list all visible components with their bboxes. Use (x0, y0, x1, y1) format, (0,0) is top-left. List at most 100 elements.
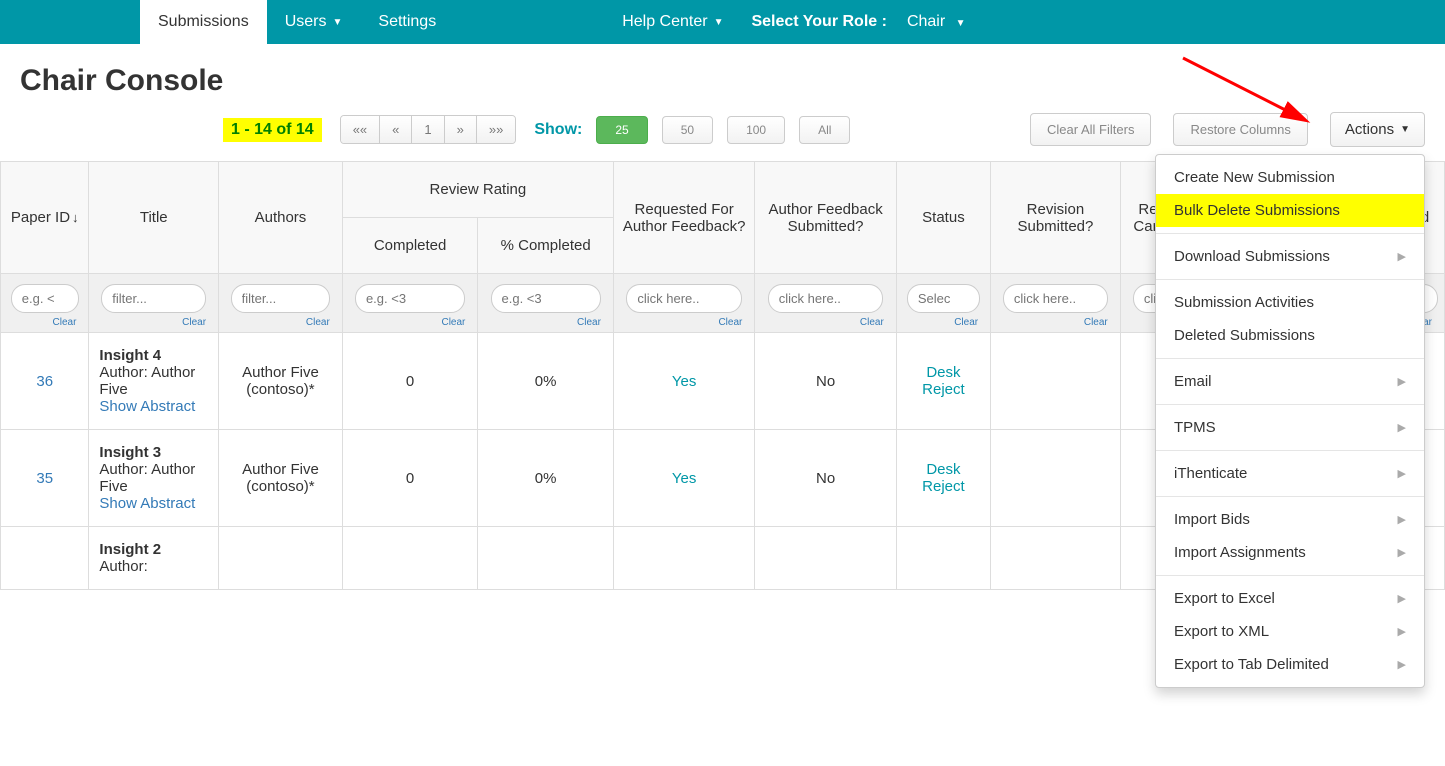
show-all[interactable]: All (799, 116, 850, 144)
nav-settings[interactable]: Settings (360, 0, 454, 44)
menu-item-label: Create New Submission (1174, 169, 1335, 186)
chevron-right-icon: ▶ (1398, 467, 1406, 480)
cell-req-author-feedback: Yes (613, 430, 754, 527)
chevron-right-icon: ▶ (1398, 375, 1406, 388)
clear-filter[interactable]: Clear (997, 317, 1114, 328)
chevron-right-icon: ▶ (1398, 625, 1406, 638)
show-abstract-link[interactable]: Show Abstract (99, 495, 208, 512)
menu-item[interactable]: Submission Activities (1156, 286, 1424, 319)
col-status[interactable]: Status (896, 162, 990, 274)
cell-link[interactable]: Yes (672, 373, 696, 390)
cell-req-author-feedback (613, 527, 754, 590)
cell-link[interactable]: Yes (672, 470, 696, 487)
paper-id-link[interactable]: 36 (36, 373, 53, 390)
pager-first[interactable]: «« (341, 116, 380, 143)
cell-pct-completed (478, 527, 614, 590)
chevron-down-icon: ▼ (332, 17, 342, 28)
toolbar: 1 - 14 of 14 «« « 1 » »» Show: 25 50 100… (0, 112, 1445, 161)
nav-submissions[interactable]: Submissions (140, 0, 267, 44)
menu-item-label: Import Assignments (1174, 544, 1306, 561)
show-label: Show: (534, 121, 582, 139)
nav-users-label: Users (285, 13, 327, 31)
filter-req-author-feedback[interactable] (626, 284, 742, 313)
author-line: Author: (99, 558, 208, 575)
filter-pct-completed[interactable] (491, 284, 601, 313)
col-paper-id-label: Paper ID (11, 209, 70, 226)
menu-divider (1156, 496, 1424, 497)
col-pct-completed[interactable]: % Completed (478, 218, 614, 274)
pager-prev[interactable]: « (380, 116, 412, 143)
show-50[interactable]: 50 (662, 116, 713, 144)
filter-authors[interactable] (231, 284, 331, 313)
col-completed[interactable]: Completed (342, 218, 478, 274)
filter-completed[interactable] (355, 284, 465, 313)
menu-item[interactable]: Create New Submission (1156, 161, 1424, 194)
clear-filter[interactable]: Clear (620, 317, 748, 328)
menu-item-label: Bulk Delete Submissions (1174, 202, 1340, 219)
cell-completed (342, 527, 478, 590)
clear-filter[interactable]: Clear (95, 317, 212, 328)
cell-completed: 0 (342, 333, 478, 430)
menu-item[interactable]: Download Submissions▶ (1156, 240, 1424, 273)
filter-author-feedback-submitted[interactable] (768, 284, 884, 313)
menu-item-label: TPMS (1174, 419, 1216, 436)
restore-columns-button[interactable]: Restore Columns (1173, 113, 1307, 146)
paper-title: Insight 4 (99, 347, 208, 364)
menu-item[interactable]: Export to Tab Delimited▶ (1156, 648, 1424, 681)
col-paper-id[interactable]: Paper ID↓ (1, 162, 89, 274)
filter-status[interactable] (907, 284, 980, 313)
cell-status (896, 527, 990, 590)
show-abstract-link[interactable]: Show Abstract (99, 398, 208, 415)
menu-item[interactable]: Import Assignments ▶ (1156, 536, 1424, 569)
page-title: Chair Console (20, 64, 1445, 98)
actions-label: Actions (1345, 121, 1394, 138)
cell-revision-submitted (991, 333, 1121, 430)
menu-item[interactable]: Export to XML▶ (1156, 615, 1424, 648)
menu-item[interactable]: Email ▶ (1156, 365, 1424, 398)
col-req-author-feedback[interactable]: Requested For Author Feedback? (613, 162, 754, 274)
nav-help-center[interactable]: Help Center ▼ (604, 0, 741, 44)
chevron-right-icon: ▶ (1398, 513, 1406, 526)
menu-item[interactable]: Bulk Delete Submissions (1156, 194, 1424, 227)
menu-item[interactable]: Export to Excel▶ (1156, 582, 1424, 615)
show-25[interactable]: 25 (596, 116, 647, 144)
menu-item[interactable]: Deleted Submissions (1156, 319, 1424, 352)
menu-item-label: Download Submissions (1174, 248, 1330, 265)
clear-filter[interactable]: Clear (349, 317, 472, 328)
clear-filter[interactable]: Clear (225, 317, 336, 328)
col-title[interactable]: Title (89, 162, 219, 274)
role-label: Select Your Role : (741, 13, 896, 31)
clear-filters-button[interactable]: Clear All Filters (1030, 113, 1151, 146)
cell-link[interactable]: Desk Reject (922, 461, 965, 495)
menu-item[interactable]: Import Bids▶ (1156, 503, 1424, 536)
pager-page[interactable]: 1 (412, 116, 444, 143)
clear-filter[interactable]: Clear (761, 317, 889, 328)
cell-pct-completed: 0% (478, 333, 614, 430)
sort-desc-icon: ↓ (72, 210, 79, 225)
nav-help-label: Help Center (622, 13, 707, 31)
col-revision-submitted[interactable]: Revision Submitted? (991, 162, 1121, 274)
role-selector[interactable]: Chair ▼ (897, 13, 976, 31)
filter-paper-id[interactable] (11, 284, 79, 313)
pager-next[interactable]: » (445, 116, 477, 143)
actions-button[interactable]: Actions ▼ (1330, 112, 1425, 147)
menu-item-label: Email (1174, 373, 1212, 390)
clear-filter[interactable]: Clear (903, 317, 984, 328)
paper-id-link[interactable]: 35 (36, 470, 53, 487)
col-authors[interactable]: Authors (219, 162, 343, 274)
cell-req-author-feedback: Yes (613, 333, 754, 430)
pager-last[interactable]: »» (477, 116, 515, 143)
menu-item[interactable]: iThenticate▶ (1156, 457, 1424, 490)
filter-revision-submitted[interactable] (1003, 284, 1108, 313)
clear-filter[interactable]: Clear (7, 317, 82, 328)
show-100[interactable]: 100 (727, 116, 785, 144)
cell-authors (219, 527, 343, 590)
menu-divider (1156, 358, 1424, 359)
chevron-right-icon: ▶ (1398, 546, 1406, 559)
cell-link[interactable]: Desk Reject (922, 364, 965, 398)
nav-users[interactable]: Users ▼ (267, 0, 361, 44)
col-author-feedback-submitted[interactable]: Author Feedback Submitted? (755, 162, 896, 274)
clear-filter[interactable]: Clear (484, 317, 607, 328)
filter-title[interactable] (101, 284, 206, 313)
menu-item[interactable]: TPMS▶ (1156, 411, 1424, 444)
